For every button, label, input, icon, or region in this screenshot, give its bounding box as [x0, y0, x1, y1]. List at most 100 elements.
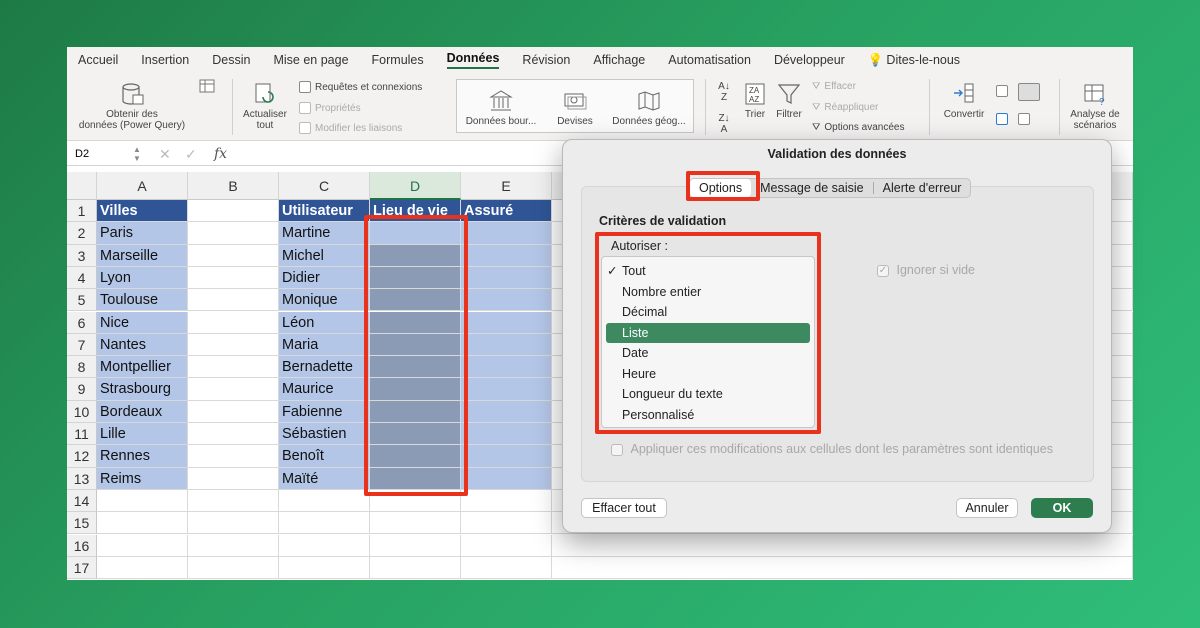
row-header[interactable]: 11: [67, 423, 97, 446]
sort-button[interactable]: ZA AZ Trier: [739, 81, 771, 120]
tab-input-message[interactable]: Message de saisie: [751, 181, 873, 195]
row-header[interactable]: 8: [67, 356, 97, 379]
cell[interactable]: [188, 244, 279, 267]
tab-revision[interactable]: Révision: [522, 53, 570, 67]
tab-developpeur[interactable]: Développeur: [774, 53, 845, 67]
row-header[interactable]: 2: [67, 222, 97, 245]
datatype-geo-button[interactable]: Données géog...: [609, 88, 689, 127]
tab-affichage[interactable]: Affichage: [593, 53, 645, 67]
cell[interactable]: [461, 222, 552, 245]
cell[interactable]: Martine: [279, 222, 370, 245]
cell[interactable]: Bernadette: [279, 356, 370, 379]
cell[interactable]: [461, 534, 552, 557]
cell[interactable]: [461, 512, 552, 535]
queries-connections-button[interactable]: Requêtes et connexions: [299, 81, 422, 93]
cell[interactable]: Lille: [97, 423, 188, 446]
cell[interactable]: Sébastien: [279, 423, 370, 446]
cell[interactable]: Maïté: [279, 467, 370, 490]
select-all-corner[interactable]: [67, 172, 97, 200]
tab-mise-en-page[interactable]: Mise en page: [273, 53, 348, 67]
sort-az-button[interactable]: A↓ Z: [713, 81, 735, 103]
cell[interactable]: Maria: [279, 333, 370, 357]
cell[interactable]: [97, 489, 188, 513]
tab-error-alert[interactable]: Alerte d'erreur: [874, 181, 971, 195]
text-to-columns-button[interactable]: Convertir: [937, 81, 991, 120]
cell[interactable]: Paris: [97, 222, 188, 245]
cell[interactable]: Rennes: [97, 445, 188, 468]
row-header[interactable]: 1: [67, 200, 97, 223]
cell[interactable]: Fabienne: [279, 400, 370, 423]
row-header[interactable]: 10: [67, 400, 97, 423]
name-box-stepper-icon[interactable]: ▲ ▼: [133, 145, 141, 163]
existing-connections-button[interactable]: [192, 79, 222, 96]
datatype-stocks-button[interactable]: Données bour...: [463, 88, 539, 127]
tab-donnees[interactable]: Données: [446, 51, 500, 69]
data-validation-button[interactable]: [992, 113, 1012, 128]
cell[interactable]: [461, 356, 552, 379]
cell[interactable]: Montpellier: [97, 356, 188, 379]
row-header[interactable]: 16: [67, 534, 97, 557]
row-header[interactable]: 5: [67, 289, 97, 312]
remove-duplicates-button[interactable]: [1014, 83, 1044, 104]
cell[interactable]: Lyon: [97, 266, 188, 290]
cell[interactable]: [370, 512, 461, 535]
edit-links-button[interactable]: Modifier les liaisons: [299, 122, 402, 134]
row-header[interactable]: 12: [67, 445, 97, 468]
clear-all-button[interactable]: Effacer tout: [581, 498, 667, 518]
row-header[interactable]: 3: [67, 244, 97, 267]
cell[interactable]: Didier: [279, 266, 370, 290]
cell[interactable]: [370, 556, 461, 580]
filter-button[interactable]: Filtrer: [773, 81, 805, 120]
name-box[interactable]: D2: [75, 148, 89, 160]
reapply-button[interactable]: ⛛ Réappliquer: [812, 102, 878, 113]
column-header-c[interactable]: C: [279, 172, 370, 200]
cell[interactable]: Nice: [97, 311, 188, 334]
cell[interactable]: [188, 222, 279, 245]
sort-za-button[interactable]: Z↓ A: [713, 113, 735, 135]
tab-dessin[interactable]: Dessin: [212, 53, 250, 67]
cell[interactable]: [188, 200, 279, 223]
cell[interactable]: [188, 356, 279, 379]
cell[interactable]: [188, 556, 279, 580]
cell[interactable]: [461, 378, 552, 401]
cell[interactable]: Toulouse: [97, 289, 188, 312]
cell[interactable]: [461, 244, 552, 267]
cell[interactable]: [461, 467, 552, 490]
cell[interactable]: [188, 445, 279, 468]
column-header-a[interactable]: A: [97, 172, 188, 200]
cell[interactable]: [188, 311, 279, 334]
cell[interactable]: [461, 489, 552, 513]
column-header-e[interactable]: E: [461, 172, 552, 200]
cell[interactable]: Marseille: [97, 244, 188, 267]
refresh-all-button[interactable]: Actualiser tout: [237, 81, 293, 131]
clear-filter-button[interactable]: ⛛ Effacer: [812, 81, 856, 92]
cancel-button[interactable]: Annuler: [956, 498, 1018, 518]
cell[interactable]: [279, 556, 370, 580]
cell[interactable]: [461, 445, 552, 468]
row-header[interactable]: 15: [67, 512, 97, 535]
ok-button[interactable]: OK: [1031, 498, 1093, 518]
cell[interactable]: [461, 423, 552, 446]
cell[interactable]: Benoît: [279, 445, 370, 468]
what-if-analysis-button[interactable]: ? Analyse de scénarios: [1064, 81, 1126, 131]
cell[interactable]: [188, 333, 279, 357]
cell[interactable]: Strasbourg: [97, 378, 188, 401]
row-header[interactable]: 7: [67, 333, 97, 357]
cell[interactable]: Monique: [279, 289, 370, 312]
cell[interactable]: Reims: [97, 467, 188, 490]
get-data-button[interactable]: Obtenir des données (Power Query): [77, 81, 187, 131]
row-header[interactable]: 14: [67, 489, 97, 513]
row-header[interactable]: 6: [67, 311, 97, 334]
row-header[interactable]: 4: [67, 266, 97, 290]
tab-formules[interactable]: Formules: [372, 53, 424, 67]
advanced-filter-button[interactable]: ⛛ Options avancées: [812, 122, 904, 133]
ignore-blank-checkbox[interactable]: ✓ Ignorer si vide: [877, 263, 975, 277]
tab-automatisation[interactable]: Automatisation: [668, 53, 751, 67]
function-icon[interactable]: fx: [214, 146, 227, 162]
cell[interactable]: [188, 467, 279, 490]
apply-all-checkbox[interactable]: Appliquer ces modifications aux cellules…: [611, 442, 1053, 456]
row-header[interactable]: 17: [67, 556, 97, 580]
cancel-formula-icon[interactable]: ✕: [159, 146, 171, 163]
cell[interactable]: Bordeaux: [97, 400, 188, 423]
cell[interactable]: Villes: [97, 200, 188, 223]
